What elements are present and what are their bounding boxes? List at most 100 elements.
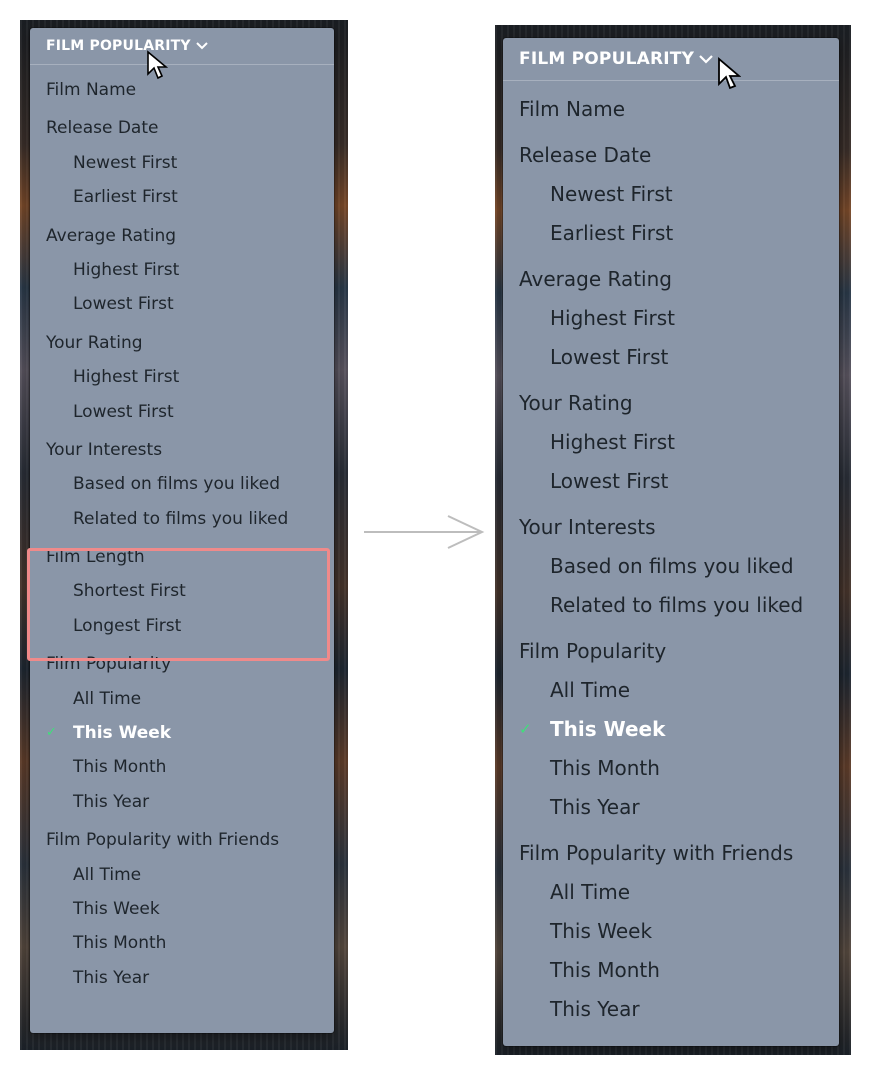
menu-group-release-date: Release Date: [30, 111, 334, 145]
menu-option-related-to-films-you-liked[interactable]: Related to films you liked: [503, 586, 839, 625]
menu-item-label: Release Date: [519, 143, 652, 167]
menu-option-earliest-first[interactable]: Earliest First: [30, 180, 334, 214]
menu-item-label: This Month: [73, 933, 167, 954]
sort-dropdown-header-label: FILM POPULARITY: [46, 38, 191, 54]
chevron-down-icon: [699, 54, 713, 64]
menu-option-this-month[interactable]: This Month: [30, 750, 334, 784]
menu-group-film-popularity: Film Popularity: [503, 632, 839, 671]
sort-dropdown-header[interactable]: FILM POPULARITY: [30, 28, 334, 65]
menu-option-lowest-first[interactable]: Lowest First: [503, 462, 839, 501]
menu-item-label: This Week: [550, 919, 653, 943]
menu-item-label: Newest First: [550, 182, 673, 206]
menu-option-based-on-films-you-liked[interactable]: Based on films you liked: [30, 467, 334, 501]
menu-item-label: This Year: [73, 967, 150, 988]
menu-option-this-week[interactable]: ✓ This Week: [503, 710, 839, 749]
menu-item-label: Film Popularity with Friends: [46, 830, 280, 851]
menu-option-this-week[interactable]: ✓ This Week: [30, 716, 334, 750]
menu-item-label: Highest First: [73, 367, 180, 388]
menu-item-label: Newest First: [73, 152, 178, 173]
sort-dropdown-header-label: FILM POPULARITY: [519, 49, 695, 69]
menu-option-all-time[interactable]: All Time: [503, 873, 839, 912]
sort-options-list: Film Name Release Date Newest First Earlies…: [30, 65, 334, 995]
menu-option-this-year[interactable]: This Year: [30, 961, 334, 995]
menu-item-label: All Time: [73, 864, 142, 885]
menu-item-label: This Year: [550, 997, 640, 1021]
menu-option-related-to-films-you-liked[interactable]: Related to films you liked: [30, 502, 334, 536]
menu-item-label: Earliest First: [73, 187, 178, 208]
menu-group-your-rating: Your Rating: [30, 326, 334, 360]
menu-item-label: Related to films you liked: [73, 508, 289, 529]
menu-item-label: Film Popularity with Friends: [519, 841, 794, 865]
menu-option-this-month[interactable]: This Month: [503, 749, 839, 788]
menu-item-label: Based on films you liked: [73, 474, 280, 495]
menu-option-newest-first[interactable]: Newest First: [30, 146, 334, 180]
menu-option-earliest-first[interactable]: Earliest First: [503, 214, 839, 253]
menu-item-label: Highest First: [550, 430, 675, 454]
menu-group-your-interests: Your Interests: [503, 508, 839, 547]
menu-item-label: Lowest First: [550, 345, 669, 369]
menu-item-label: This Week: [550, 717, 666, 741]
menu-item-label: All Time: [73, 688, 142, 709]
before-screenshot: FILM POPULARITY Film Name Release Date New…: [20, 20, 348, 1050]
mouse-pointer-icon: [717, 57, 742, 95]
menu-item-label: Your Rating: [519, 391, 633, 415]
film-length-highlight: [27, 548, 330, 661]
menu-item-label: This Year: [73, 791, 150, 812]
menu-item-label: Lowest First: [73, 401, 174, 422]
mouse-pointer-icon: [146, 50, 169, 84]
menu-item-label: This Week: [73, 898, 160, 919]
menu-option-highest-first[interactable]: Highest First: [30, 360, 334, 394]
menu-option-highest-first[interactable]: Highest First: [30, 253, 334, 287]
menu-item-label: Related to films you liked: [550, 593, 804, 617]
menu-option-highest-first[interactable]: Highest First: [503, 299, 839, 338]
sort-options-list: Film Name Release Date Newest First Earlies…: [503, 81, 839, 1029]
menu-item-label: All Time: [550, 678, 631, 702]
arrow-right-icon: [362, 512, 488, 556]
menu-option-lowest-first[interactable]: Lowest First: [30, 287, 334, 321]
menu-item-label: Your Interests: [46, 439, 163, 460]
menu-option-all-time[interactable]: All Time: [30, 682, 334, 716]
menu-item-label: Film Name: [519, 97, 626, 121]
menu-item-label: Film Popularity: [519, 639, 667, 663]
menu-item-label: Release Date: [46, 118, 159, 139]
menu-group-film-popularity-with-friends: Film Popularity with Friends: [503, 834, 839, 873]
menu-item-label: This Year: [550, 795, 640, 819]
sort-dropdown-menu-before: FILM POPULARITY Film Name Release Date New…: [27, 28, 334, 1033]
after-screenshot: FILM POPULARITY Film Name Release Date New…: [495, 25, 851, 1055]
menu-item-label: This Week: [73, 723, 172, 744]
menu-option-this-week[interactable]: This Week: [30, 892, 334, 926]
menu-option-this-year[interactable]: This Year: [503, 788, 839, 827]
menu-option-lowest-first[interactable]: Lowest First: [30, 395, 334, 429]
check-icon: ✓: [519, 720, 532, 738]
menu-item-label: Your Interests: [519, 515, 656, 539]
menu-option-this-year[interactable]: This Year: [30, 785, 334, 819]
menu-option-this-month[interactable]: This Month: [503, 951, 839, 990]
menu-item-label: Earliest First: [550, 221, 674, 245]
menu-item-label: Film Name: [46, 80, 137, 100]
menu-option-lowest-first[interactable]: Lowest First: [503, 338, 839, 377]
menu-group-release-date: Release Date: [503, 136, 839, 175]
menu-option-this-month[interactable]: This Month: [30, 926, 334, 960]
menu-option-all-time[interactable]: All Time: [503, 671, 839, 710]
menu-option-all-time[interactable]: All Time: [30, 858, 334, 892]
menu-option-based-on-films-you-liked[interactable]: Based on films you liked: [503, 547, 839, 586]
menu-group-film-name: Film Name: [503, 90, 839, 129]
menu-option-this-week[interactable]: This Week: [503, 912, 839, 951]
menu-item-label: All Time: [550, 880, 631, 904]
menu-option-this-year[interactable]: This Year: [503, 990, 839, 1029]
menu-group-average-rating: Average Rating: [503, 260, 839, 299]
menu-item-label: This Month: [550, 958, 660, 982]
menu-item-label: Highest First: [73, 259, 180, 280]
sort-dropdown-header[interactable]: FILM POPULARITY: [503, 38, 839, 81]
menu-item-label: Highest First: [550, 306, 675, 330]
menu-item-label: Based on films you liked: [550, 554, 794, 578]
menu-group-average-rating: Average Rating: [30, 219, 334, 253]
menu-item-label: Average Rating: [46, 225, 177, 246]
menu-item-label: Average Rating: [519, 267, 672, 291]
check-icon: ✓: [46, 725, 57, 741]
menu-item-label: Your Rating: [46, 332, 143, 353]
menu-option-newest-first[interactable]: Newest First: [503, 175, 839, 214]
menu-group-your-rating: Your Rating: [503, 384, 839, 423]
menu-option-highest-first[interactable]: Highest First: [503, 423, 839, 462]
menu-group-film-name: Film Name: [30, 73, 334, 107]
